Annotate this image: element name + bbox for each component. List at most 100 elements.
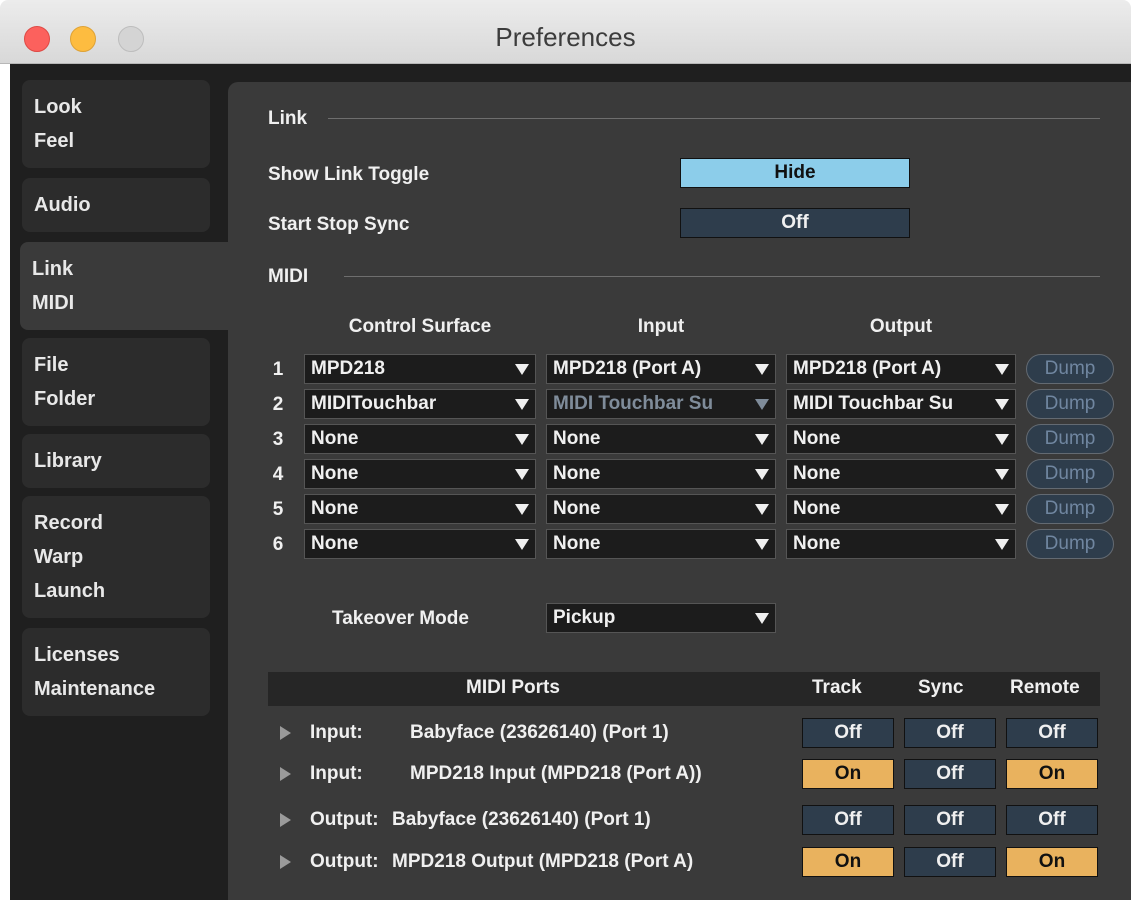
output-select[interactable]: None	[786, 424, 1016, 454]
dropdown-arrow-icon	[515, 364, 529, 375]
track-column-header: Track	[812, 677, 862, 698]
select-value: None	[553, 463, 601, 484]
track-toggle-button[interactable]: Off	[802, 805, 894, 835]
sidebar-item-label: Link	[32, 258, 74, 280]
track-toggle-button[interactable]: Off	[802, 718, 894, 748]
remote-toggle-button[interactable]: On	[1006, 847, 1098, 877]
control-surface-row-number: 5	[272, 499, 284, 520]
output-select[interactable]: MPD218 (Port A)	[786, 354, 1016, 384]
port-direction: Input:	[310, 763, 363, 784]
port-direction: Input:	[310, 722, 363, 743]
show-link-toggle-button[interactable]: Hide	[680, 158, 910, 188]
select-value: None	[311, 533, 359, 554]
sidebar-item-link-midi[interactable]: Link MIDI	[20, 242, 240, 330]
dropdown-arrow-icon	[515, 539, 529, 550]
dropdown-arrow-icon	[515, 469, 529, 480]
output-select[interactable]: None	[786, 459, 1016, 489]
midi-port-row: Input: MPD218 Input (MPD218 (Port A)) On…	[268, 754, 1100, 794]
sidebar-item-label: Folder	[34, 388, 96, 410]
input-select[interactable]: None	[546, 529, 776, 559]
expand-arrow-icon[interactable]	[280, 813, 291, 827]
dump-button[interactable]: Dump	[1026, 424, 1114, 454]
select-value: None	[793, 533, 841, 554]
section-divider	[328, 118, 1100, 119]
dropdown-arrow-icon	[995, 539, 1009, 550]
select-value: None	[553, 428, 601, 449]
sidebar-item-label: Warp	[34, 546, 84, 568]
expand-arrow-icon[interactable]	[280, 767, 291, 781]
select-value: MIDITouchbar	[311, 393, 437, 414]
start-stop-sync-label: Start Stop Sync	[268, 214, 410, 235]
dump-button[interactable]: Dump	[1026, 529, 1114, 559]
dropdown-arrow-icon	[755, 504, 769, 515]
dropdown-arrow-icon	[995, 434, 1009, 445]
remote-toggle-button[interactable]: On	[1006, 759, 1098, 789]
input-select[interactable]: None	[546, 494, 776, 524]
sidebar-item-look-feel[interactable]: Look Feel	[22, 80, 210, 168]
input-select[interactable]: None	[546, 424, 776, 454]
section-divider	[344, 276, 1100, 277]
sync-toggle-button[interactable]: Off	[904, 805, 996, 835]
remote-toggle-button[interactable]: Off	[1006, 718, 1098, 748]
dropdown-arrow-icon	[755, 399, 769, 410]
start-stop-sync-button[interactable]: Off	[680, 208, 910, 238]
track-toggle-button[interactable]: On	[802, 847, 894, 877]
sidebar-item-licenses-maintenance[interactable]: Licenses Maintenance	[22, 628, 210, 716]
control-surface-select[interactable]: MIDITouchbar	[304, 389, 536, 419]
sync-toggle-button[interactable]: Off	[904, 759, 996, 789]
port-direction: Output:	[310, 851, 379, 872]
link-section-label: Link	[268, 108, 308, 129]
midi-port-row: Output: Babyface (23626140) (Port 1) Off…	[268, 800, 1100, 840]
expand-arrow-icon[interactable]	[280, 726, 291, 740]
input-select[interactable]: MPD218 (Port A)	[546, 354, 776, 384]
output-select[interactable]: MIDI Touchbar Su	[786, 389, 1016, 419]
control-surface-header: Control Surface	[348, 316, 492, 337]
select-value: MIDI Touchbar Su	[553, 393, 714, 414]
sidebar-item-label: File	[34, 354, 69, 376]
sidebar-item-label: Launch	[34, 580, 106, 602]
preferences-window: Preferences Look Feel Audio Link MIDI Fi…	[0, 0, 1131, 900]
expand-arrow-icon[interactable]	[280, 855, 291, 869]
sidebar-item-label: Maintenance	[34, 678, 156, 700]
remote-toggle-button[interactable]: Off	[1006, 805, 1098, 835]
input-select[interactable]: MIDI Touchbar Su	[546, 389, 776, 419]
select-value: None	[793, 463, 841, 484]
dump-button[interactable]: Dump	[1026, 354, 1114, 384]
dump-button[interactable]: Dump	[1026, 494, 1114, 524]
control-surface-row-number: 4	[272, 464, 284, 485]
input-select[interactable]: None	[546, 459, 776, 489]
midi-ports-table-header: MIDI Ports Track Sync Remote	[268, 672, 1100, 706]
output-select[interactable]: None	[786, 529, 1016, 559]
sidebar-item-audio[interactable]: Audio	[22, 178, 210, 232]
title-bar: Preferences	[0, 0, 1131, 64]
select-value: None	[553, 533, 601, 554]
dump-button[interactable]: Dump	[1026, 459, 1114, 489]
sidebar-item-library[interactable]: Library	[22, 434, 210, 488]
midi-section-label: MIDI	[268, 266, 309, 287]
dump-button[interactable]: Dump	[1026, 389, 1114, 419]
control-surface-select[interactable]: MPD218	[304, 354, 536, 384]
select-value: None	[311, 463, 359, 484]
input-header: Input	[637, 316, 685, 337]
select-value: None	[793, 498, 841, 519]
control-surface-select[interactable]: None	[304, 529, 536, 559]
takeover-mode-select[interactable]: Pickup	[546, 603, 776, 633]
output-select[interactable]: None	[786, 494, 1016, 524]
sidebar-item-file-folder[interactable]: File Folder	[22, 338, 210, 426]
dropdown-arrow-icon	[515, 504, 529, 515]
select-value: Pickup	[553, 607, 616, 628]
select-value: None	[793, 428, 841, 449]
sync-toggle-button[interactable]: Off	[904, 847, 996, 877]
control-surface-select[interactable]: None	[304, 459, 536, 489]
port-direction: Output:	[310, 809, 379, 830]
control-surface-select[interactable]: None	[304, 424, 536, 454]
control-surface-row-number: 2	[272, 394, 284, 415]
dropdown-arrow-icon	[755, 539, 769, 550]
track-toggle-button[interactable]: On	[802, 759, 894, 789]
sync-toggle-button[interactable]: Off	[904, 718, 996, 748]
sidebar-item-label: Feel	[34, 130, 75, 152]
control-surface-row-number: 3	[272, 429, 284, 450]
control-surface-select[interactable]: None	[304, 494, 536, 524]
sidebar-item-record-warp-launch[interactable]: Record Warp Launch	[22, 496, 210, 618]
midi-port-row: Output: MPD218 Output (MPD218 (Port A) O…	[268, 842, 1100, 882]
